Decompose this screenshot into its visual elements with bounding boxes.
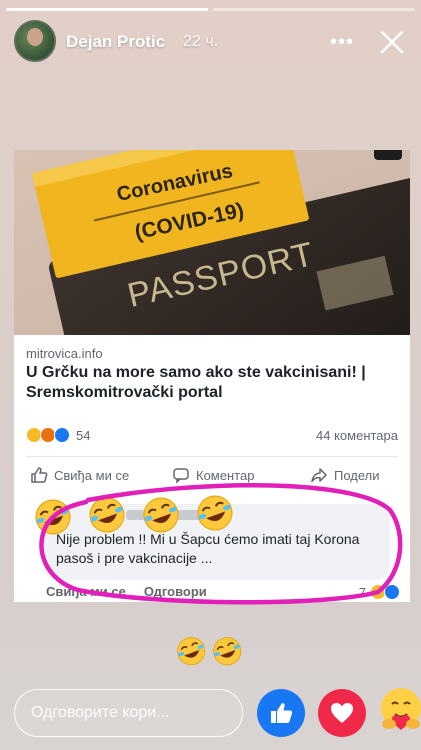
love-icon [331, 703, 353, 723]
reaction-count: 54 [76, 427, 91, 443]
story-progress [6, 8, 415, 11]
rolling-laughing-emoji [208, 634, 246, 670]
image-tab [374, 150, 402, 160]
passport-image: Coronavirus (COVID-19) PASSPORT [14, 150, 410, 335]
story-time: 22 ч. [183, 33, 219, 50]
care-reaction-button[interactable] [375, 684, 421, 740]
link-title[interactable]: U Grčku na more samo ako ste vakcinisani… [26, 363, 398, 403]
progress-segment-2 [213, 8, 415, 11]
close-icon[interactable] [372, 26, 412, 58]
comment-count[interactable]: 44 коментара [316, 428, 398, 443]
reply-input[interactable]: Одговорите кори... [14, 689, 243, 737]
reaction-summary[interactable]: 54 [26, 426, 90, 444]
rolling-laughing-emoji [176, 634, 210, 670]
highlight-circle [39, 482, 403, 605]
love-reaction-button[interactable] [318, 689, 366, 737]
sent-emojis [176, 634, 246, 670]
link-domain[interactable]: mitrovica.info [26, 346, 103, 361]
like-reaction-button[interactable] [257, 689, 305, 737]
divider [26, 456, 398, 457]
like-small-icon [54, 427, 70, 443]
more-dots-icon[interactable]: ••• [324, 28, 360, 56]
story-user-name[interactable]: Dejan Protic [66, 32, 165, 52]
avatar-face [27, 28, 43, 46]
progress-segment-1 [6, 8, 208, 11]
care-icon [381, 688, 421, 730]
like-icon [271, 703, 293, 723]
